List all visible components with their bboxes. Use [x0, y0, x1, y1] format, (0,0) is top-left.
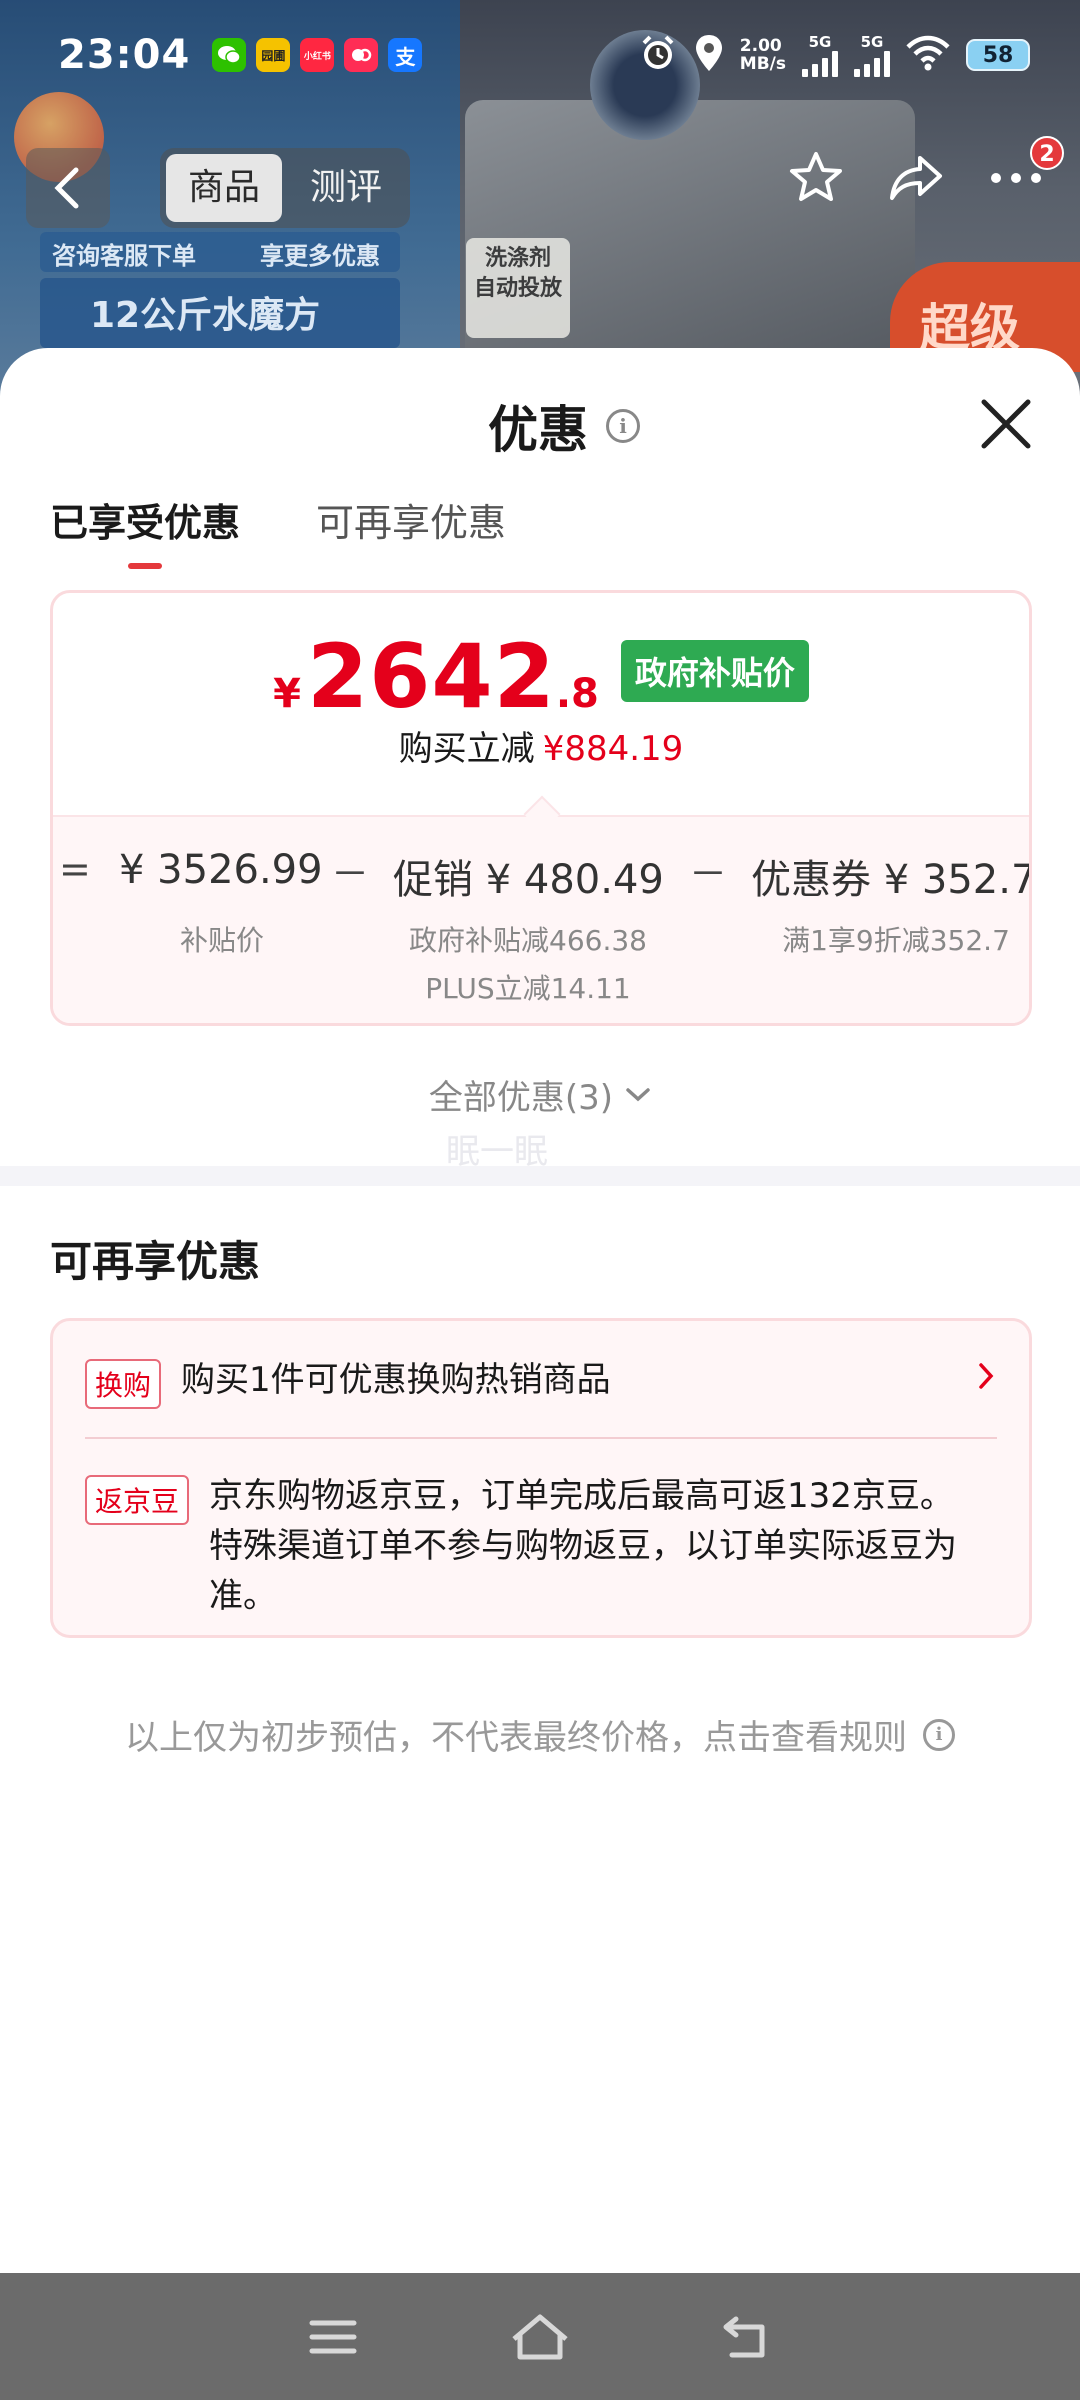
tab-available-offers[interactable]: 可再享优惠 — [316, 492, 506, 569]
price-card: ¥ 2642 .8 政府补贴价 购买立减 ¥884.19 = ¥ 3526.99 … — [50, 590, 1032, 1026]
base-price-label: 补贴价 — [179, 924, 264, 957]
feature-sticker: 洗涤剂 自动投放 — [466, 238, 570, 338]
offer-text: 购买1件可优惠换购热销商品 — [181, 1360, 611, 1400]
sheet-header: 优惠 i — [488, 390, 640, 462]
offer-trade-in[interactable]: 换购 购买1件可优惠换购热销商品 — [85, 1355, 611, 1409]
sheet-title: 优惠 — [488, 401, 588, 459]
purchase-reduction: 购买立减 ¥884.19 — [53, 721, 1029, 770]
equals-sign: = — [59, 847, 91, 891]
more-button[interactable]: 2 — [986, 136, 1064, 208]
info-icon[interactable]: i — [606, 409, 640, 443]
promo-plus-detail: PLUS立减14.11 — [425, 972, 631, 1005]
offer-tag: 返京豆 — [85, 1475, 190, 1525]
disclaimer[interactable]: 以上仅为初步预估，不代表最终价格，点击查看规则 i — [0, 1710, 1080, 1759]
reduce-amount: ¥884.19 — [542, 729, 684, 769]
coupon-detail: 满1享9折减352.7 — [782, 924, 1010, 957]
offer-text: 京东购物返京豆，订单完成后最高可返132京豆。特殊渠道订单不参与购物返豆，以订单… — [209, 1476, 958, 1616]
alarm-icon — [638, 33, 678, 77]
chevron-down-icon — [626, 1087, 650, 1101]
signal-sim2: 5G — [854, 33, 890, 77]
sticker-line: 自动投放 — [473, 276, 562, 301]
all-offers-label: 全部优惠(3) — [428, 1078, 614, 1118]
favorite-button[interactable] — [786, 148, 846, 208]
signal-bars-icon — [854, 51, 890, 77]
section-divider — [0, 1166, 1080, 1186]
banner-label: 12公斤水魔方 — [90, 295, 321, 336]
home-button[interactable] — [505, 2302, 575, 2372]
share-button[interactable] — [886, 148, 946, 208]
available-offers-title: 可再享优惠 — [50, 1237, 261, 1286]
location-icon — [694, 33, 724, 77]
xiaohongshu-icon: 小红书 — [300, 38, 335, 72]
speed-value: 2.00 — [739, 36, 782, 56]
final-price: ¥ 2642 .8 政府补贴价 — [53, 625, 1029, 728]
system-navigation-bar — [0, 2273, 1080, 2400]
chevron-right-icon[interactable] — [977, 1361, 995, 1395]
breakdown-row: = ¥ 3526.99 － 促销 ¥ 480.49 － 优惠券 ¥ 352.7 — [53, 847, 1029, 907]
subsidy-base-price: ¥ 3526.99 — [119, 847, 323, 893]
offers-sheet: 优惠 i 已享受优惠 可再享优惠 ¥ 2642 .8 政府补贴价 购买立减 ¥88… — [0, 348, 1080, 2273]
coupon-amount: 优惠券 ¥ 352.7 — [751, 857, 1032, 903]
disclaimer-text: 以上仅为初步预估，不代表最终价格，点击查看规则 — [125, 1718, 907, 1758]
promotion-amount: 促销 ¥ 480.49 — [393, 857, 664, 903]
currency-symbol: ¥ — [273, 671, 301, 717]
back-button[interactable] — [26, 148, 110, 228]
signal-bars-icon — [802, 51, 838, 77]
network-type: 5G — [860, 33, 884, 51]
offer-tabs: 已享受优惠 可再享优惠 — [50, 492, 506, 569]
all-offers-toggle[interactable]: 全部优惠(3) — [0, 1070, 1080, 1119]
star-icon — [790, 152, 842, 201]
price-breakdown: = ¥ 3526.99 － 促销 ¥ 480.49 － 优惠券 ¥ 352.7 … — [53, 815, 1029, 1023]
more-dots-icon — [991, 173, 1041, 183]
offer-jingdou: 返京豆 京东购物返京豆，订单完成后最高可返132京豆。特殊渠道订单不参与购物返豆… — [85, 1471, 1005, 1621]
price-integer: 2642 — [306, 625, 556, 728]
product-actions: 2 — [786, 136, 1064, 208]
minus-sign: － — [331, 852, 370, 896]
wifi-icon — [906, 35, 950, 75]
banner-label: 咨询客服下单 — [52, 242, 196, 270]
product-tabs: 商品 测评 — [160, 148, 411, 228]
tab-review[interactable]: 测评 — [288, 154, 404, 222]
menu-icon — [309, 2320, 357, 2353]
subsidy-price-tag: 政府补贴价 — [620, 639, 809, 702]
offer-tag: 换购 — [85, 1359, 162, 1409]
share-icon — [890, 156, 942, 200]
reduce-label: 购买立减 — [398, 729, 535, 769]
wechat-icon — [212, 38, 247, 72]
status-bar: 23:04 园圃 小红书 支 2.00 MB/s 5G 5G 58 — [0, 0, 1080, 110]
available-offers-card: 换购 购买1件可优惠换购热销商品 返京豆 京东购物返京豆，订单完成后最高可返13… — [50, 1318, 1032, 1638]
tab-product[interactable]: 商品 — [166, 154, 283, 222]
tab-enjoyed-offers[interactable]: 已享受优惠 — [50, 492, 240, 569]
app-icon — [344, 38, 379, 72]
status-indicators: 2.00 MB/s 5G 5G 58 — [638, 33, 1030, 77]
home-icon — [512, 2314, 568, 2359]
battery-indicator: 58 — [966, 39, 1030, 71]
notification-badge: 2 — [1030, 136, 1064, 170]
chevron-left-icon — [54, 167, 79, 209]
alipay-icon: 支 — [388, 38, 423, 72]
network-speed: 2.00 MB/s — [740, 37, 786, 73]
close-button[interactable] — [978, 396, 1034, 452]
close-icon — [981, 399, 1031, 449]
signal-sim1: 5G — [802, 33, 838, 77]
back-icon — [723, 2316, 765, 2357]
minus-sign: － — [689, 852, 728, 896]
price-decimal: .8 — [555, 671, 599, 717]
promo-subsidy-detail: 政府补贴减466.38 — [409, 924, 647, 957]
back-nav-button[interactable] — [712, 2302, 782, 2372]
network-type: 5G — [808, 33, 832, 51]
banner-label: 享更多优惠 — [260, 242, 380, 270]
sticker-line: 洗涤剂 — [484, 246, 551, 271]
final-price-section: ¥ 2642 .8 政府补贴价 购买立减 ¥884.19 — [53, 593, 1029, 815]
offer-separator — [85, 1437, 997, 1439]
status-time: 23:04 — [58, 32, 191, 78]
menu-button[interactable] — [298, 2302, 368, 2372]
speed-unit: MB/s — [739, 54, 786, 74]
app-icon: 园圃 — [256, 38, 291, 72]
notification-icons: 园圃 小红书 支 — [212, 38, 423, 72]
info-icon: i — [923, 1718, 955, 1751]
